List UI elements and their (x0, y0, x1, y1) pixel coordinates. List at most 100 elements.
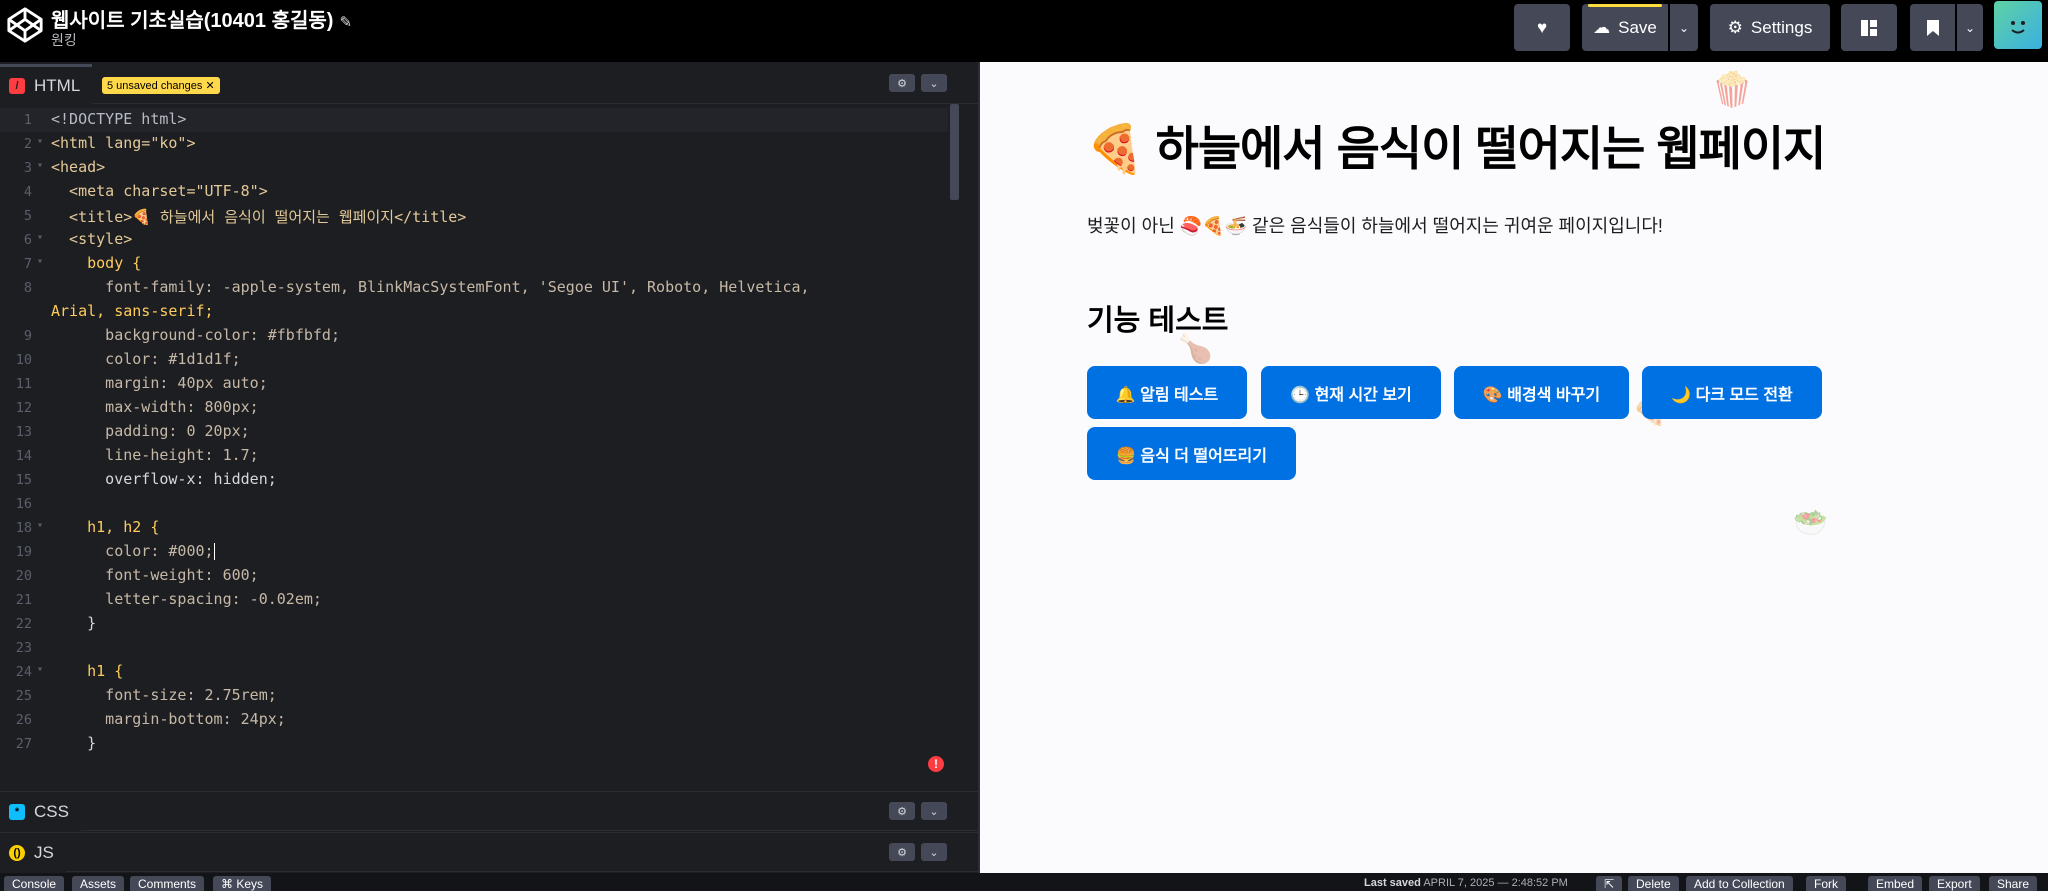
last-saved-status: Last saved APRIL 7, 2025 — 2:48:52 PM (1364, 877, 1568, 889)
line-number: 27 (15, 736, 32, 752)
css-settings-button[interactable]: ⚙ (889, 802, 915, 820)
tab-html[interactable]: / HTML (0, 64, 93, 104)
code-text: h1, h2 { (51, 518, 160, 536)
fold-arrow-icon[interactable]: ▾ (37, 256, 43, 267)
code-text-content: color: #000; (51, 542, 214, 560)
layout-button[interactable] (1841, 4, 1897, 51)
pen-title[interactable]: 웹사이트 기초실습(10401 홍길동) ✎ (51, 4, 352, 33)
fold-arrow-icon[interactable]: ▾ (37, 160, 43, 171)
bookmark-button[interactable] (1910, 4, 1955, 51)
export-button[interactable]: Export (1929, 876, 1980, 891)
assets-button[interactable]: Assets (72, 876, 125, 891)
code-line: 23 (0, 636, 960, 660)
pen-owner[interactable]: 원킹 (51, 30, 77, 50)
fold-arrow-icon[interactable]: ▾ (37, 232, 43, 243)
save-options-button[interactable]: ⌄ (1670, 4, 1698, 51)
gear-icon: ⚙ (897, 846, 907, 859)
js-panel-header: () JS ⚙ ⌄ (0, 832, 978, 873)
close-icon[interactable]: ✕ (205, 80, 214, 92)
falling-food-icon: 🥗 (1793, 507, 1828, 538)
code-text: <html lang="ko"> (51, 134, 196, 152)
code-line: 19 color: #000; (0, 540, 960, 564)
heart-button[interactable]: ♥ (1514, 4, 1570, 51)
line-number: 10 (15, 352, 32, 368)
code-line: 22 } (0, 612, 960, 636)
code-line: 7 ▾ body { (0, 252, 960, 276)
chevron-down-icon: ⌄ (929, 77, 939, 90)
css-icon: * (9, 804, 25, 820)
line-number: 21 (15, 592, 32, 608)
external-link-button[interactable]: ⇱ (1596, 876, 1623, 891)
code-text: line-height: 1.7; (51, 446, 259, 464)
comments-button[interactable]: Comments (130, 876, 205, 891)
fold-arrow-icon[interactable]: ▾ (37, 664, 43, 675)
preview-frame[interactable]: 🍿 🍗 🍕 🥗 🍕 하늘에서 음식이 떨어지는 웹페이지 벚꽃이 아닌 🍣🍕🍜 … (980, 62, 2048, 873)
change-bg-button[interactable]: 🎨 배경색 바꾸기 (1454, 366, 1629, 419)
js-collapse-button[interactable]: ⌄ (921, 843, 947, 861)
line-number: 13 (15, 424, 32, 440)
line-number: 4 (23, 184, 32, 200)
line-number: 11 (15, 376, 32, 392)
line-number: 24 (15, 664, 32, 680)
code-line: 8 font-family: -apple-system, BlinkMacSy… (0, 276, 960, 300)
css-collapse-button[interactable]: ⌄ (921, 802, 947, 820)
fold-arrow-icon[interactable]: ▾ (37, 136, 43, 147)
code-text: body { (51, 254, 142, 272)
share-button[interactable]: Share (1989, 876, 2038, 891)
code-line: 2 ▾ <html lang="ko"> (0, 132, 960, 156)
code-line: 9 background-color: #fbfbfd; (0, 324, 960, 348)
line-number: 3 (23, 160, 32, 176)
delete-button[interactable]: Delete (1628, 876, 1679, 891)
drop-more-food-button[interactable]: 🍔 음식 더 떨어뜨리기 (1087, 427, 1296, 480)
embed-button[interactable]: Embed (1868, 876, 1923, 891)
show-time-button[interactable]: 🕒 현재 시간 보기 (1261, 366, 1441, 419)
code-text: max-width: 800px; (51, 398, 259, 416)
cloud-icon: ☁ (1593, 17, 1611, 37)
line-number: 14 (15, 448, 32, 464)
code-text: padding: 0 20px; (51, 422, 250, 440)
bookmark-options-button[interactable]: ⌄ (1957, 4, 1983, 51)
keys-button[interactable]: ⌘ Keys (213, 876, 272, 891)
unsaved-text: 5 unsaved changes (107, 80, 203, 92)
code-scrollbar-thumb[interactable] (950, 104, 959, 200)
heart-icon: ♥ (1536, 17, 1548, 37)
html-collapse-button[interactable]: ⌄ (921, 74, 947, 92)
pencil-icon[interactable]: ✎ (339, 14, 352, 31)
settings-button[interactable]: ⚙ Settings (1710, 4, 1830, 51)
top-header: 웹사이트 기초실습(10401 홍길동) ✎ 원킹 ♥ ☁ Save ⌄ ⚙ Se… (0, 0, 2048, 62)
code-line: 14 line-height: 1.7; (0, 444, 960, 468)
alert-test-button[interactable]: 🔔 알림 테스트 (1087, 366, 1247, 419)
line-number: 15 (15, 472, 32, 488)
line-number: 12 (15, 400, 32, 416)
html-code-editor[interactable]: 1 <!DOCTYPE html> 2 ▾ <html lang="ko"> 3… (0, 104, 960, 788)
code-text: <title>🍕 하늘에서 음식이 떨어지는 웹페이지</title> (51, 208, 467, 226)
save-button[interactable]: ☁ Save (1582, 4, 1668, 51)
js-icon: () (9, 845, 25, 861)
tab-css[interactable]: * CSS (0, 792, 81, 832)
footer-bar: Console Assets Comments ⌘ Keys Last save… (0, 873, 2048, 891)
codepen-logo-icon[interactable] (6, 6, 44, 44)
fold-arrow-icon[interactable]: ▾ (37, 520, 43, 531)
error-indicator-icon[interactable]: ! (928, 756, 944, 772)
code-scrollbar-track[interactable] (948, 104, 960, 784)
avatar-face-icon (2011, 21, 2025, 34)
code-line: Arial, sans-serif; (0, 300, 960, 324)
preview-paragraph: 벚꽃이 아닌 🍣🍕🍜 같은 음식들이 하늘에서 떨어지는 귀여운 페이지입니다! (1087, 216, 1663, 236)
fork-button[interactable]: Fork (1806, 876, 1846, 891)
user-avatar[interactable] (1994, 1, 2042, 49)
tab-js[interactable]: () JS (0, 833, 66, 873)
line-number: 18 (15, 520, 32, 536)
preview-heading: 🍕 하늘에서 음식이 떨어지는 웹페이지 (1086, 122, 1826, 175)
code-text: letter-spacing: -0.02em; (51, 590, 322, 608)
code-line: 16 (0, 492, 960, 516)
html-settings-button[interactable]: ⚙ (889, 74, 915, 92)
js-settings-button[interactable]: ⚙ (889, 843, 915, 861)
pen-title-text[interactable]: 웹사이트 기초실습(10401 홍길동) (51, 10, 333, 32)
unsaved-badge[interactable]: 5 unsaved changes ✕ (102, 77, 220, 94)
code-text: <head> (51, 158, 106, 176)
code-text: h1 { (51, 662, 124, 680)
html-panel-header: / HTML 5 unsaved changes ✕ ⚙ ⌄ (0, 64, 978, 104)
console-button[interactable]: Console (4, 876, 65, 891)
add-to-collection-button[interactable]: Add to Collection (1686, 876, 1793, 891)
dark-mode-button[interactable]: 🌙 다크 모드 전환 (1642, 366, 1822, 419)
